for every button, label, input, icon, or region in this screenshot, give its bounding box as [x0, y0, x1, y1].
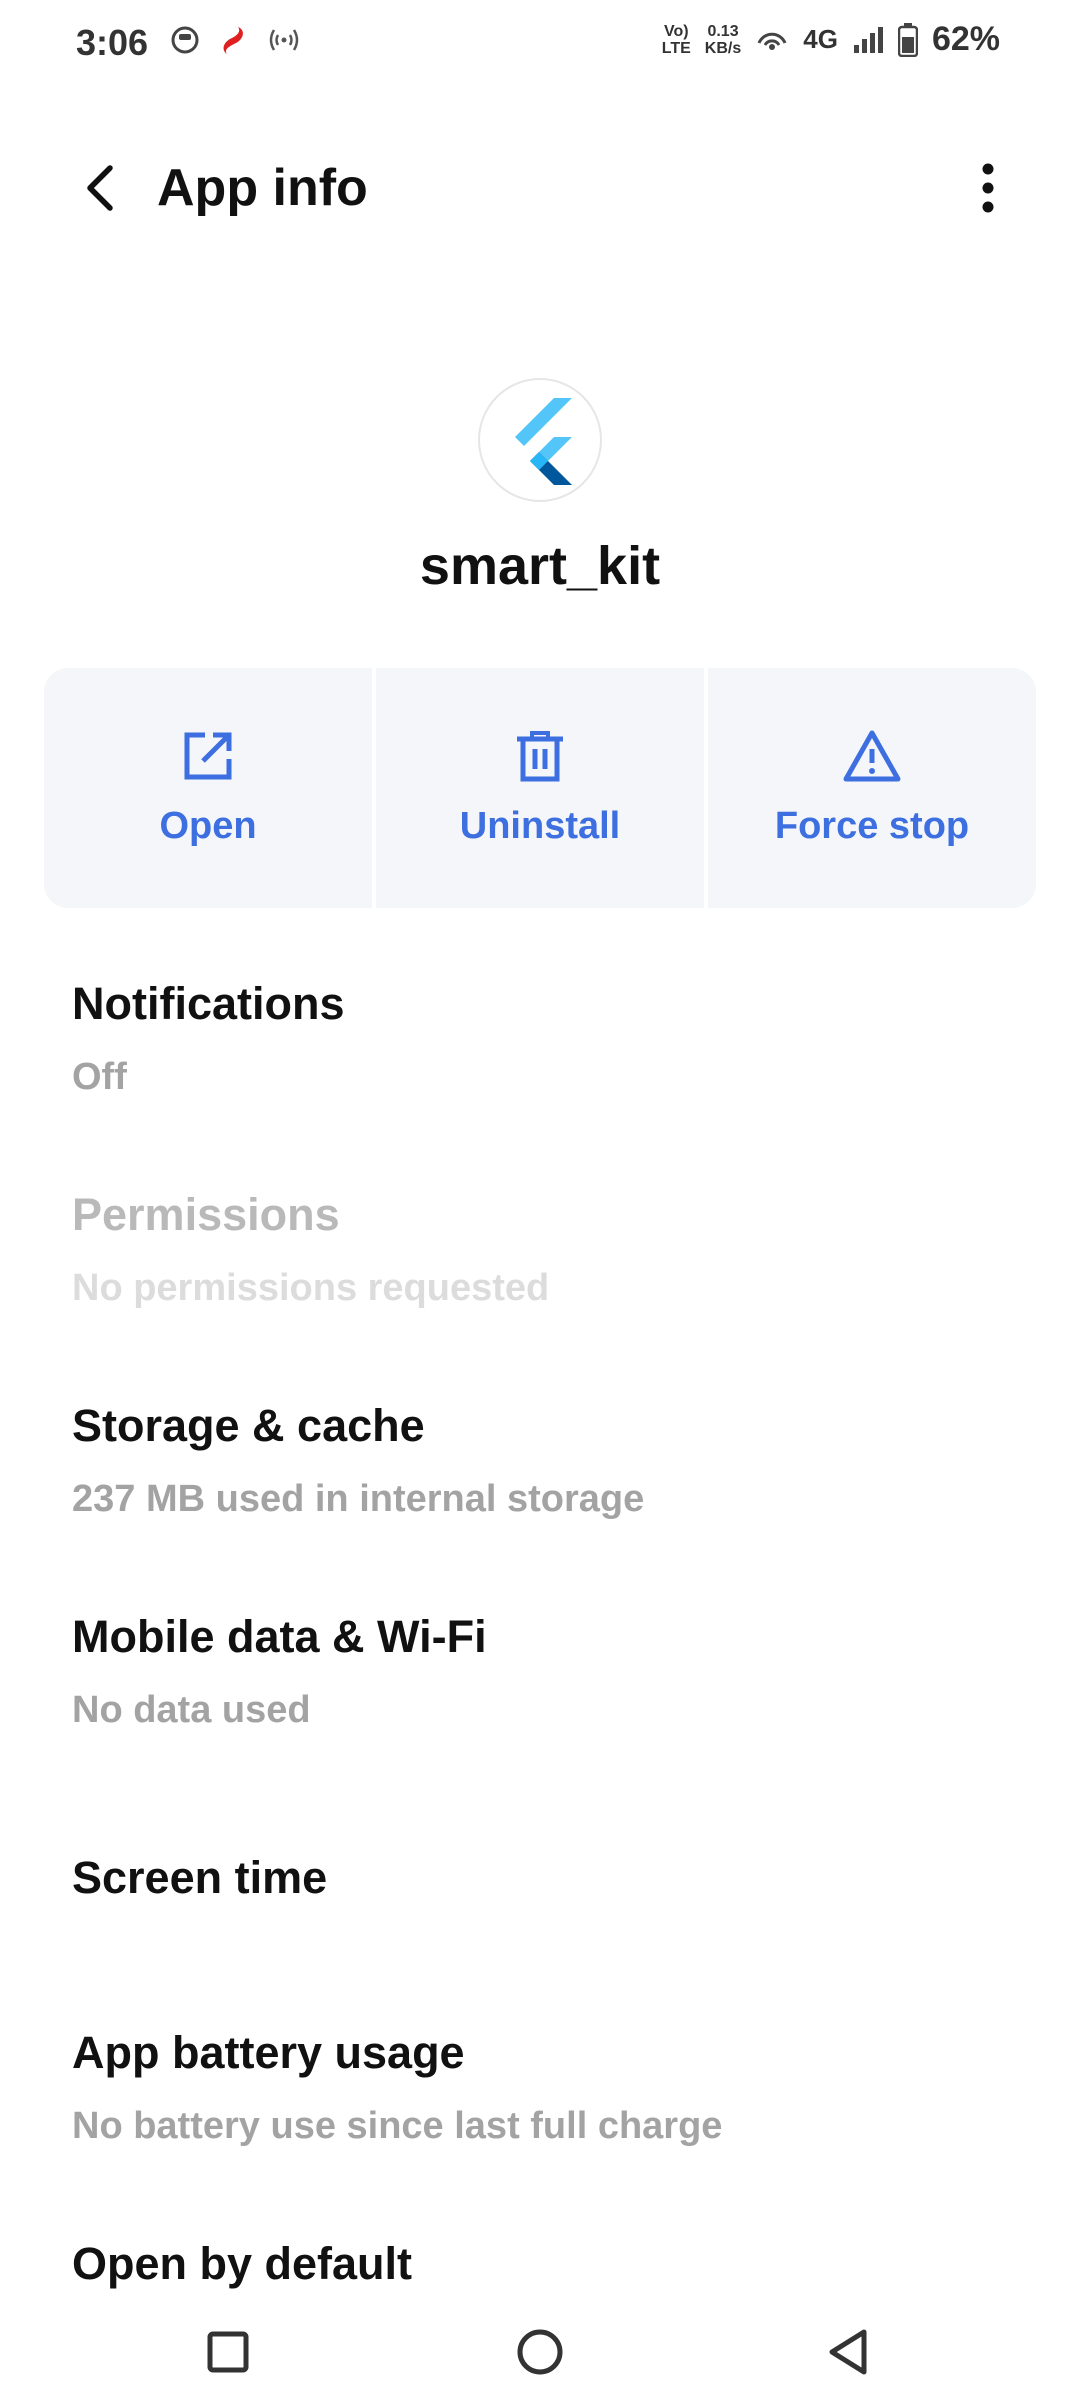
uninstall-button[interactable]: Uninstall — [376, 668, 704, 908]
back-arrow-icon — [87, 165, 113, 211]
home-circle-icon — [517, 2329, 563, 2375]
open-button[interactable]: Open — [44, 668, 372, 908]
trash-icon — [517, 730, 563, 781]
setting-screen-time[interactable]: Screen time — [72, 1852, 1032, 1904]
setting-subtitle: 237 MB used in internal storage — [72, 1478, 645, 1520]
setting-permissions: Permissions No permissions requested — [72, 1189, 1032, 1310]
setting-title: Screen time — [72, 1852, 328, 1903]
setting-title: Permissions — [72, 1189, 340, 1240]
battery-icon — [897, 22, 918, 57]
setting-title: App battery usage — [72, 2027, 465, 2078]
page-title: App info — [157, 159, 368, 217]
setting-storage-cache[interactable]: Storage & cache 237 MB used in internal … — [72, 1400, 1032, 1521]
recents-square-icon — [207, 2331, 249, 2373]
wifi-signal-icon — [757, 32, 787, 50]
setting-subtitle: No battery use since last full charge — [72, 2105, 723, 2147]
uninstall-label: Uninstall — [459, 804, 621, 847]
more-vert-icon — [982, 163, 994, 213]
app-icon — [478, 378, 602, 502]
setting-notifications[interactable]: Notifications Off — [72, 978, 1032, 1099]
setting-title: Notifications — [72, 978, 345, 1029]
network-speed: 0.13 KB/s — [704, 22, 742, 57]
setting-app-battery-usage[interactable]: App battery usage No battery use since l… — [72, 2027, 1032, 2148]
action-buttons: Open Uninstall Force stop — [44, 668, 1036, 908]
setting-open-by-default[interactable]: Open by default — [72, 2238, 1032, 2290]
setting-subtitle: No data used — [72, 1689, 311, 1731]
setting-subtitle: No permissions requested — [72, 1267, 550, 1309]
setting-title: Mobile data & Wi-Fi — [72, 1611, 487, 1662]
open-label: Open — [159, 804, 257, 847]
open-external-icon — [184, 732, 232, 779]
back-button[interactable] — [70, 156, 134, 220]
cell-signal-icon — [853, 26, 883, 53]
status-system-icons: Vo) LTE 0.13 KB/s 4G 62% — [662, 20, 1000, 59]
warning-icon — [843, 730, 901, 781]
status-time: 3:06 — [76, 22, 149, 63]
force-stop-label: Force stop — [774, 804, 970, 847]
more-options-button[interactable] — [956, 156, 1020, 220]
back-nav-button[interactable] — [820, 2322, 880, 2382]
network-type: 4G — [803, 24, 838, 54]
force-stop-button[interactable]: Force stop — [708, 668, 1036, 908]
setting-subtitle: Off — [72, 1056, 127, 1098]
face-icon — [171, 26, 199, 54]
back-triangle-icon — [829, 2329, 867, 2375]
app-name: smart_kit — [419, 536, 661, 596]
setting-title: Open by default — [72, 2238, 413, 2289]
recents-button[interactable] — [198, 2322, 258, 2382]
setting-mobile-data-wifi[interactable]: Mobile data & Wi-Fi No data used — [72, 1611, 1032, 1732]
status-bar: 3:06 Vo) LTE 0.13 KB/s 4G 62% — [0, 0, 1080, 92]
volte-indicator: Vo) LTE — [661, 22, 691, 57]
app-bar: App info — [0, 140, 1080, 236]
home-button[interactable] — [510, 2322, 570, 2382]
setting-title: Storage & cache — [72, 1400, 425, 1451]
battery-percent: 62% — [931, 20, 1000, 58]
airtel-icon — [223, 27, 243, 54]
hotspot-icon — [269, 29, 299, 51]
navigation-bar — [0, 2300, 1080, 2404]
flutter-logo-icon — [515, 398, 572, 485]
status-notification-icons — [170, 24, 302, 56]
